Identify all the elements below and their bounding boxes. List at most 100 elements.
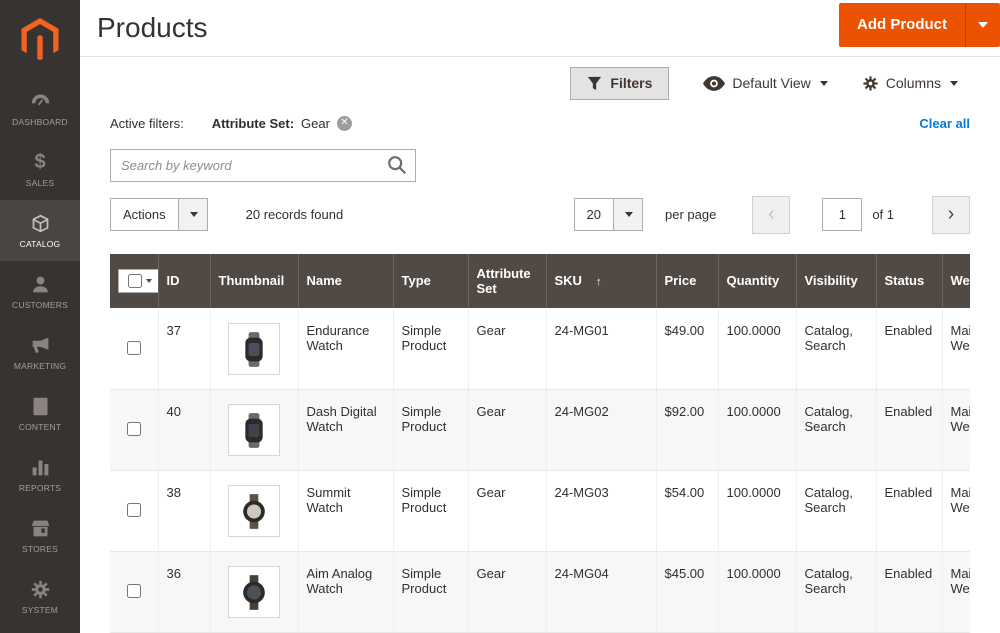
row-checkbox[interactable] bbox=[127, 503, 141, 517]
column-header-name[interactable]: Name bbox=[298, 254, 393, 309]
reports-icon bbox=[30, 457, 51, 478]
sidebar-item-system[interactable]: SYSTEM bbox=[0, 566, 80, 627]
cell-visibility: Catalog, Search bbox=[796, 471, 876, 552]
sidebar-item-marketing[interactable]: MARKETING bbox=[0, 322, 80, 383]
sidebar-item-catalog[interactable]: CATALOG bbox=[0, 200, 80, 261]
search-icon[interactable] bbox=[386, 154, 408, 181]
column-header-status[interactable]: Status bbox=[876, 254, 942, 309]
column-header-thumbnail[interactable]: Thumbnail bbox=[210, 254, 298, 309]
remove-filter-icon[interactable]: ✕ bbox=[337, 116, 352, 131]
per-page-dropdown[interactable]: 20 bbox=[574, 198, 643, 231]
cell-quantity: 100.0000 bbox=[718, 309, 796, 390]
current-page-input[interactable] bbox=[822, 198, 862, 231]
table-row[interactable]: 37 Endurance Watch Simple Product Gear 2… bbox=[110, 309, 970, 390]
columns-control[interactable]: Columns bbox=[862, 75, 958, 92]
column-header-sku[interactable]: SKU↑ bbox=[546, 254, 656, 309]
product-thumbnail[interactable] bbox=[228, 404, 280, 456]
system-icon bbox=[30, 579, 51, 600]
cell-price: $49.00 bbox=[656, 309, 718, 390]
sidebar-item-content[interactable]: CONTENT bbox=[0, 383, 80, 444]
cell-attribute-set: Gear bbox=[468, 471, 546, 552]
sidebar-item-label: SALES bbox=[26, 178, 54, 188]
product-thumbnail[interactable] bbox=[228, 323, 280, 375]
next-page-button[interactable]: › bbox=[932, 196, 970, 234]
filter-value: Gear bbox=[301, 116, 330, 131]
sidebar-item-label: CATALOG bbox=[20, 239, 61, 249]
per-page-label: per page bbox=[665, 207, 716, 222]
prev-page-button[interactable]: ‹ bbox=[752, 196, 790, 234]
search-input[interactable] bbox=[110, 149, 416, 182]
clear-all-link[interactable]: Clear all bbox=[919, 116, 970, 131]
cell-quantity: 100.0000 bbox=[718, 552, 796, 633]
cell-sku: 24-MG04 bbox=[546, 552, 656, 633]
watch-image bbox=[241, 574, 267, 611]
active-filters-label: Active filters: bbox=[110, 116, 184, 131]
sidebar-item-dashboard[interactable]: DASHBOARD bbox=[0, 78, 80, 139]
column-header-attribute-set[interactable]: Attribute Set bbox=[468, 254, 546, 309]
sidebar-item-stores[interactable]: STORES bbox=[0, 505, 80, 566]
add-product-button[interactable]: Add Product bbox=[839, 3, 965, 47]
cell-thumbnail bbox=[210, 471, 298, 552]
actions-dropdown[interactable]: Actions bbox=[110, 198, 208, 231]
watch-image bbox=[241, 331, 267, 368]
sidebar-item-label: DASHBOARD bbox=[12, 117, 68, 127]
filter-name: Attribute Set: bbox=[212, 116, 294, 131]
cell-websites: Main Website bbox=[942, 471, 970, 552]
cell-id: 37 bbox=[158, 309, 210, 390]
eye-icon bbox=[703, 76, 725, 91]
product-thumbnail[interactable] bbox=[228, 566, 280, 618]
dashboard-icon bbox=[30, 91, 51, 112]
cell-type: Simple Product bbox=[393, 471, 468, 552]
gear-icon bbox=[862, 75, 879, 92]
cell-visibility: Catalog, Search bbox=[796, 309, 876, 390]
per-page-value: 20 bbox=[575, 199, 613, 230]
table-row[interactable]: 38 Summit Watch Simple Product Gear 24-M… bbox=[110, 471, 970, 552]
cell-name: Dash Digital Watch bbox=[298, 390, 393, 471]
sidebar-item-label: SYSTEM bbox=[22, 605, 58, 615]
sort-asc-icon: ↑ bbox=[596, 276, 602, 288]
main-area: Products Add Product Filters Default Vie… bbox=[80, 0, 1000, 633]
table-row[interactable]: 36 Aim Analog Watch Simple Product Gear … bbox=[110, 552, 970, 633]
filters-button[interactable]: Filters bbox=[570, 67, 669, 100]
column-header-type[interactable]: Type bbox=[393, 254, 468, 309]
product-thumbnail[interactable] bbox=[228, 485, 280, 537]
magento-logo[interactable] bbox=[0, 0, 80, 78]
watch-image bbox=[241, 412, 267, 449]
filter-funnel-icon bbox=[587, 76, 602, 91]
select-all-checkbox[interactable] bbox=[128, 274, 142, 288]
pagination: 20 per page ‹ of 1 › bbox=[574, 196, 970, 234]
filters-label: Filters bbox=[610, 75, 652, 91]
sidebar-item-customers[interactable]: CUSTOMERS bbox=[0, 261, 80, 322]
view-switcher[interactable]: Default View bbox=[703, 75, 827, 91]
column-header-visibility[interactable]: Visibility bbox=[796, 254, 876, 309]
chevron-down-icon bbox=[978, 22, 988, 28]
column-header-quantity[interactable]: Quantity bbox=[718, 254, 796, 309]
column-header-price[interactable]: Price bbox=[656, 254, 718, 309]
add-product-dropdown-toggle[interactable] bbox=[965, 3, 1000, 47]
cell-quantity: 100.0000 bbox=[718, 390, 796, 471]
sidebar-item-reports[interactable]: REPORTS bbox=[0, 444, 80, 505]
chevron-right-icon: › bbox=[948, 203, 955, 226]
records-found: 20 records found bbox=[246, 207, 344, 222]
cell-attribute-set: Gear bbox=[468, 309, 546, 390]
row-checkbox[interactable] bbox=[127, 422, 141, 436]
chevron-left-icon: ‹ bbox=[768, 203, 775, 226]
marketing-icon bbox=[30, 335, 51, 356]
row-checkbox[interactable] bbox=[127, 341, 141, 355]
chevron-down-icon bbox=[950, 81, 958, 86]
cell-type: Simple Product bbox=[393, 552, 468, 633]
cell-id: 36 bbox=[158, 552, 210, 633]
cell-visibility: Catalog, Search bbox=[796, 390, 876, 471]
table-header-row: ID Thumbnail Name Type Attribute Set SKU… bbox=[110, 254, 970, 309]
add-product-split-button: Add Product bbox=[839, 3, 1000, 47]
table-row[interactable]: 40 Dash Digital Watch Simple Product Gea… bbox=[110, 390, 970, 471]
column-header-id[interactable]: ID bbox=[158, 254, 210, 309]
column-header-websites[interactable]: Websites bbox=[942, 254, 970, 309]
cell-status: Enabled bbox=[876, 309, 942, 390]
cell-price: $45.00 bbox=[656, 552, 718, 633]
search-box bbox=[110, 149, 416, 182]
row-checkbox[interactable] bbox=[127, 584, 141, 598]
cell-sku: 24-MG01 bbox=[546, 309, 656, 390]
sidebar-item-sales[interactable]: $ SALES bbox=[0, 139, 80, 200]
select-all-dropdown[interactable] bbox=[118, 269, 162, 293]
